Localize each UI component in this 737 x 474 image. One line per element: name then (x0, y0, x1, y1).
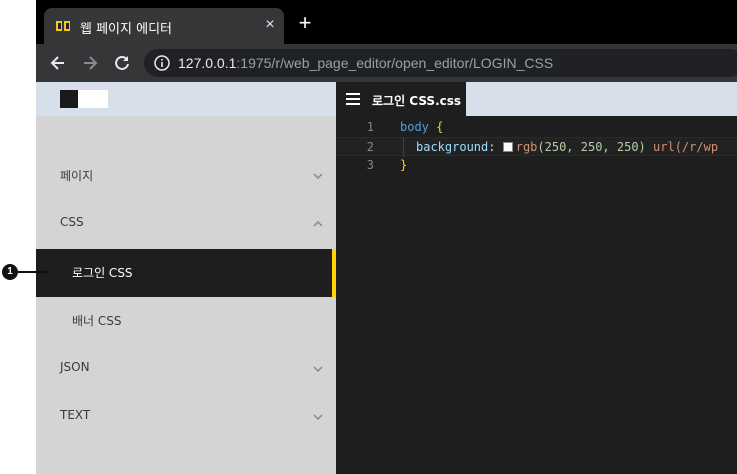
close-brace: } (400, 158, 408, 172)
code-line: 2 background: rgb(250, 250, 250) url(/r/… (336, 137, 737, 157)
code-editor: 로그인 CSS.css 1 body { 2 background: rgb(2… (336, 82, 737, 474)
info-icon[interactable] (154, 55, 170, 71)
url-path: :1975/r/web_page_editor/open_editor/LOGI… (236, 55, 554, 71)
chevron-down-icon (313, 173, 323, 180)
sidebar-item-label: JSON (60, 360, 90, 374)
logo-dark-block (60, 90, 78, 108)
sidebar-subitem-banner-css[interactable]: 배너 CSS (36, 297, 336, 345)
sidebar-item-label: CSS (60, 215, 84, 229)
sidebar-subitem-label: 로그인 CSS (72, 266, 133, 280)
logo-light-block (78, 90, 108, 108)
line-content: background: rgb(250, 250, 250) url(/r/wp (416, 138, 718, 157)
browser-window: 웹 페이지 에디터 × + 127.0.0.1:1975/r/web_page_… (36, 0, 737, 474)
color-swatch-icon[interactable] (502, 142, 513, 152)
sidebar-subitem-login-css[interactable]: 로그인 CSS (36, 249, 336, 297)
line-number: 2 (366, 140, 374, 154)
editor-tab-bar: 로그인 CSS.css (336, 82, 737, 116)
back-icon[interactable] (48, 53, 68, 73)
annotation-pointer (18, 271, 48, 273)
css-url: url(/r/wp (653, 140, 719, 154)
reload-icon[interactable] (112, 53, 132, 73)
web-page-editor-app: 페이지 CSS 로그인 CSS 배너 CSS JSON TEXT 로그인 CSS… (36, 82, 737, 474)
chevron-down-icon (313, 414, 323, 421)
sidebar-header (36, 82, 336, 116)
line-content: } (400, 156, 407, 175)
sidebar-item-label: 페이지 (60, 169, 94, 183)
code-line: 3 } (336, 156, 737, 175)
sidebar-item-css[interactable]: CSS (36, 200, 336, 248)
css-property: background (416, 140, 489, 154)
sidebar-subitem-label: 배너 CSS (72, 314, 122, 328)
css-function: rgb (515, 140, 538, 154)
sidebar-item-label: TEXT (60, 408, 91, 422)
css-selector: body (400, 120, 429, 134)
sidebar-item-json[interactable]: JSON (36, 345, 336, 393)
code-area[interactable]: 1 body { 2 background: rgb(250, 250, 250… (336, 118, 737, 175)
colon: : (488, 140, 496, 154)
sidebar-item-pages[interactable]: 페이지 (36, 152, 336, 200)
url-host: 127.0.0.1 (178, 55, 237, 71)
app-favicon-icon (56, 21, 70, 31)
line-number: 3 (366, 158, 374, 172)
address-bar[interactable]: 127.0.0.1:1975/r/web_page_editor/open_ed… (144, 49, 737, 77)
chevron-up-icon (313, 220, 323, 227)
line-content: body { (400, 118, 443, 137)
line-number: 1 (366, 120, 374, 134)
editor-tab-login-css[interactable]: 로그인 CSS.css (336, 82, 466, 116)
annotation-badge: 1 (2, 264, 18, 280)
open-brace: { (436, 120, 444, 134)
editor-tab-label: 로그인 CSS.css (372, 94, 462, 108)
sidebar-item-text[interactable]: TEXT (36, 393, 336, 441)
browser-tab[interactable]: 웹 페이지 에디터 × (44, 8, 284, 44)
tab-strip: 웹 페이지 에디터 × + (36, 0, 737, 44)
css-args: (250, 250, 250) (537, 140, 646, 154)
chevron-down-icon (313, 366, 323, 373)
url-text: 127.0.0.1:1975/r/web_page_editor/open_ed… (178, 55, 553, 71)
indent-guide (403, 138, 404, 157)
browser-toolbar: 127.0.0.1:1975/r/web_page_editor/open_ed… (36, 44, 737, 82)
forward-icon[interactable] (80, 53, 100, 73)
menu-icon[interactable] (346, 93, 360, 105)
new-tab-button[interactable]: + (296, 12, 314, 34)
close-tab-icon[interactable]: × (262, 17, 278, 33)
code-line: 1 body { (336, 118, 737, 137)
tab-title: 웹 페이지 에디터 (80, 22, 172, 37)
sidebar: 페이지 CSS 로그인 CSS 배너 CSS JSON TEXT (36, 82, 336, 474)
